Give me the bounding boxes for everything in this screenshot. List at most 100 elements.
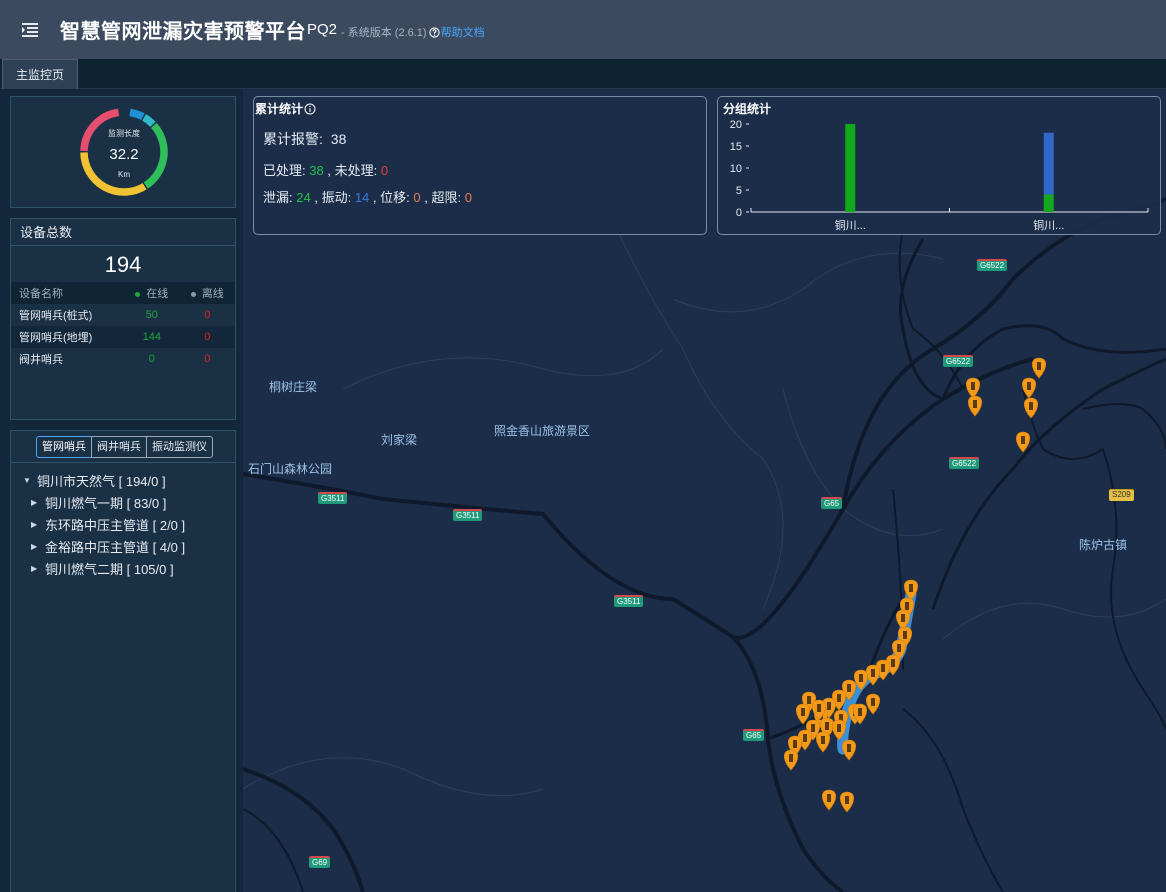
marker-glyph [971, 382, 975, 390]
monitor-length-panel: 监测长度 32.2 Km [10, 96, 236, 208]
menu-toggle-button[interactable] [0, 0, 60, 59]
tree-node[interactable]: ▶ 铜川燃气二期 [ 105/0 ] [11, 557, 235, 579]
marker-glyph [837, 694, 841, 702]
marker-glyph [801, 708, 805, 716]
road-shield: S209 [1109, 489, 1134, 501]
displacement-value: 0 [413, 190, 421, 205]
device-name: 管网哨兵(地埋) [19, 332, 93, 344]
marker-glyph [847, 744, 851, 752]
total-alarm-value: 38 [330, 131, 347, 147]
marker-glyph [803, 734, 807, 742]
table-row[interactable]: 阀井哨兵 0 0 [11, 348, 235, 370]
help-docs-label: 帮助文档 [440, 27, 485, 39]
tab-main-monitor[interactable]: 主监控页 [2, 59, 79, 89]
y-tick-label: 15 [730, 141, 742, 153]
vibration-value: 14 [354, 190, 370, 205]
marker-glyph [847, 684, 851, 692]
help-circle-icon [428, 26, 440, 38]
alarm-type-line: 泄漏: 24 , 振动: 14 , 位移: 0 , 超限: 0 [263, 187, 472, 206]
marker-glyph [825, 722, 829, 730]
road-shield: G3511 [614, 595, 644, 607]
caret-down-icon[interactable]: ▼ [23, 476, 33, 485]
tree-node-label: 铜川燃气一期 [ 83/0 ] [45, 495, 167, 511]
caret-right-icon[interactable]: ▶ [31, 498, 41, 507]
marker-glyph [901, 614, 905, 622]
table-row[interactable]: 管网哨兵(桩式) 50 0 [11, 304, 235, 326]
caret-right-icon[interactable]: ▶ [31, 520, 41, 529]
marker-glyph [1029, 402, 1033, 410]
marker-glyph [807, 696, 811, 704]
offline-count: 0 [204, 353, 211, 365]
online-count: 0 [148, 353, 155, 365]
marker-glyph [871, 669, 875, 677]
unprocessed-label: , 未处理: [327, 163, 378, 178]
gauge-unit: Km [118, 170, 130, 179]
tree-node[interactable]: ▶ 金裕路中压主管道 [ 4/0 ] [11, 535, 235, 557]
road-shield: G65 [743, 729, 765, 741]
marker-glyph [909, 584, 913, 592]
col-online-label: 在线 [146, 288, 169, 300]
overlimit-value: 0 [464, 190, 472, 205]
marker-glyph [793, 740, 797, 748]
x-tick-label: 铜川... [835, 218, 866, 232]
caret-right-icon[interactable]: ▶ [31, 542, 41, 551]
marker-glyph [881, 664, 885, 672]
tree-node-label: 铜川市天然气 [ 194/0 ] [37, 473, 166, 489]
chart-bar [845, 124, 856, 212]
app-title: 智慧管网泄漏灾害预警平台 [60, 21, 306, 43]
table-row[interactable]: 管网哨兵(地埋) 144 0 [11, 326, 235, 348]
caret-right-icon[interactable]: ▶ [31, 564, 41, 573]
tree-node[interactable]: ▶ 铜川燃气一期 [ 83/0 ] [11, 491, 235, 513]
marker-glyph [789, 754, 793, 762]
tab-valve-sentinel[interactable]: 阀井哨兵 [91, 436, 147, 458]
vibration-label: , 振动: [314, 190, 352, 205]
marker-glyph [973, 400, 977, 408]
version-label: - 系统版本 (2.6.1) [341, 27, 427, 39]
gauge-segment [142, 114, 156, 127]
marker-glyph [827, 794, 831, 802]
unprocessed-value: 0 [380, 163, 389, 178]
road-shield: G6522 [943, 355, 974, 367]
app-header: 智慧管网泄漏灾害预警平台 PQ2 - 系统版本 (2.6.1) 帮助文档 [0, 0, 1166, 59]
marker-glyph [827, 702, 831, 710]
col-offline-label: 离线 [201, 288, 224, 300]
chart-bar [1043, 132, 1054, 195]
gauge-segment [129, 108, 145, 121]
gauge-segment [143, 122, 168, 189]
stats-title: 累计统计 [255, 100, 316, 117]
online-dot-icon [135, 291, 141, 297]
total-alarm-label: 累计报警: [263, 131, 323, 147]
y-tick-label: 20 [730, 119, 742, 131]
road-shield: G65 [821, 497, 843, 509]
tree-node-label: 东环路中压主管道 [ 2/0 ] [45, 517, 186, 533]
info-icon[interactable] [304, 103, 316, 115]
menu-collapse-icon [22, 22, 38, 37]
tree-node-label: 金裕路中压主管道 [ 4/0 ] [45, 539, 186, 555]
left-sidebar: 监测长度 32.2 Km 设备总数 194 设备名称 在线 离线 管网哨兵(桩式… [0, 89, 243, 892]
marker-glyph [821, 736, 825, 744]
device-total-count: 194 [104, 252, 142, 277]
device-table-header: 设备名称 在线 离线 [11, 282, 235, 304]
help-docs-link[interactable]: 帮助文档 [428, 24, 485, 40]
road-shield: G3511 [318, 492, 348, 504]
chart-bar [1043, 194, 1054, 212]
marker-glyph [845, 796, 849, 804]
tree-node[interactable]: ▶ 东环路中压主管道 [ 2/0 ] [11, 513, 235, 535]
tab-pipe-sentinel[interactable]: 管网哨兵 [36, 436, 92, 458]
group-stats-chart: 0 5 10 15 20 铜川... 铜川... [730, 119, 1149, 232]
y-tick-label: 5 [736, 185, 742, 197]
stats-title-label: 累计统计 [255, 102, 304, 116]
marker-glyph [837, 724, 841, 732]
place-label: 刘家梁 [381, 433, 418, 447]
device-name: 管网哨兵(桩式) [19, 310, 93, 322]
road-shield: G69 [309, 856, 331, 868]
offline-dot-icon [190, 291, 196, 297]
marker-glyph [811, 724, 815, 732]
tab-vibration-monitor[interactable]: 振动监测仪 [146, 436, 213, 458]
overlimit-label: , 超限: [424, 190, 462, 205]
device-type-tabs: 管网哨兵 阀井哨兵 振动监测仪 [36, 436, 235, 458]
tree-node-root[interactable]: ▼ 铜川市天然气 [ 194/0 ] [11, 469, 235, 491]
y-tick-label: 10 [730, 163, 742, 175]
marker-glyph [1021, 436, 1025, 444]
group-stats-panel: 分组统计 0 5 10 15 20 铜川... 铜川... [717, 96, 1161, 235]
